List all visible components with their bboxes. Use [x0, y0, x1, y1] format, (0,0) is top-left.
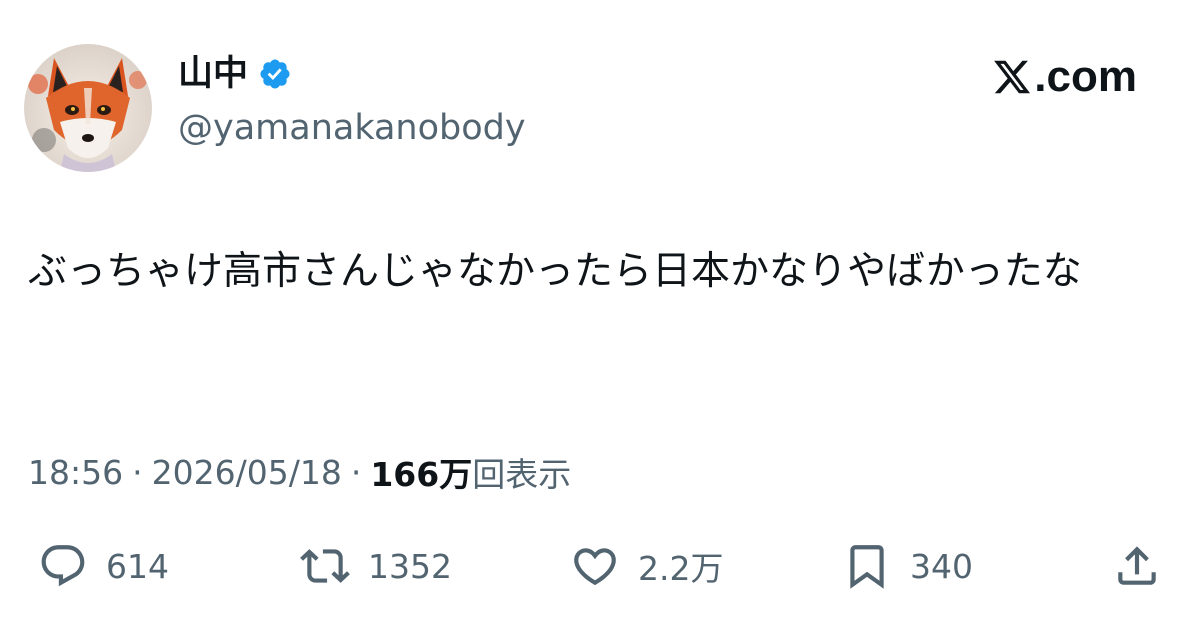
retweet-button[interactable]: 1352 — [300, 536, 452, 596]
bookmark-button[interactable]: 340 — [842, 536, 973, 596]
reply-count: 614 — [106, 546, 169, 586]
views-count[interactable]: 166万 — [370, 448, 472, 496]
tweet-date[interactable]: 2026/05/18 — [152, 453, 342, 492]
reply-icon — [41, 545, 85, 587]
reply-button[interactable]: 614 — [38, 536, 169, 596]
meta-separator: · — [350, 452, 362, 492]
like-count: 2.2万 — [638, 549, 724, 588]
brand-domain: .com — [1034, 52, 1137, 101]
tweet-meta: 18:56 · 2026/05/18 · 166万 回表示 — [28, 446, 571, 498]
x-logo-icon — [994, 60, 1031, 94]
fox-avatar-icon — [24, 44, 152, 172]
retweet-icon — [300, 549, 350, 583]
verified-badge-icon — [260, 59, 290, 89]
bookmark-count: 340 — [910, 546, 973, 586]
action-bar: 614 1352 2.2万 340 — [0, 536, 1199, 596]
like-button[interactable]: 2.2万 — [570, 536, 723, 596]
share-button[interactable] — [1112, 536, 1162, 596]
tweet-time[interactable]: 18:56 — [28, 453, 123, 492]
author-handle[interactable]: @yamanakanobody — [178, 106, 526, 150]
author-name-row[interactable]: 山中 — [178, 52, 292, 96]
author-display-name[interactable]: 山中 — [178, 52, 248, 96]
avatar[interactable] — [24, 44, 152, 172]
bookmark-icon — [850, 545, 884, 589]
x-brand: .com — [992, 50, 1137, 104]
share-icon — [1118, 546, 1156, 585]
heart-icon — [574, 548, 616, 586]
tweet-text: ぶっちゃけ高市さんじゃなかったら日本かなりやばかったな — [28, 249, 1082, 294]
meta-separator: · — [132, 452, 143, 492]
views-label[interactable]: 回表示 — [472, 448, 571, 496]
retweet-count: 1352 — [368, 546, 452, 586]
